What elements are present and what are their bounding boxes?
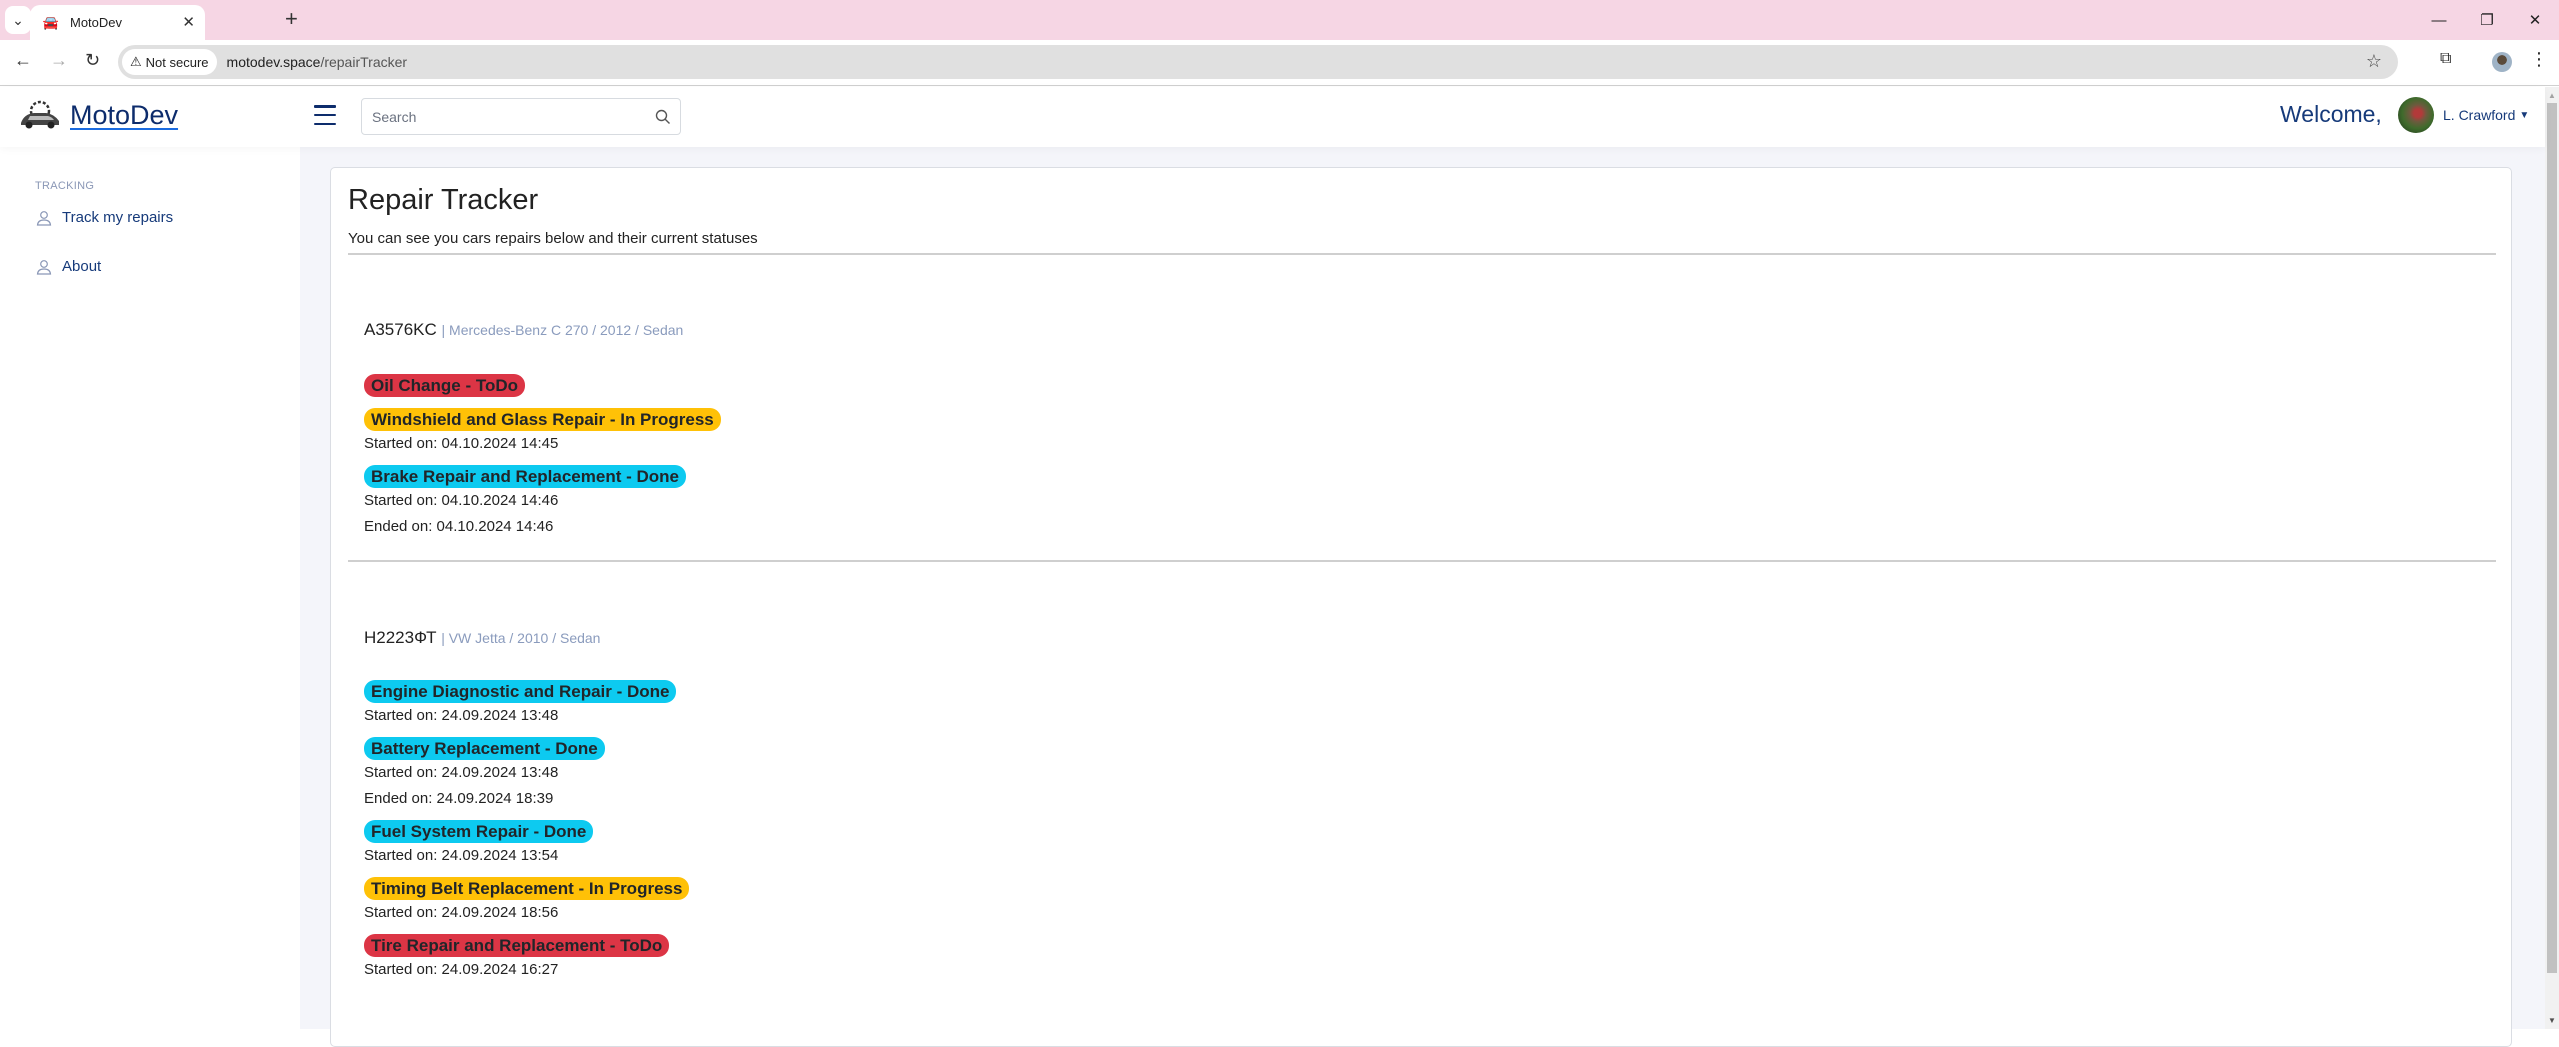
page-subtitle: You can see you cars repairs below and t… bbox=[348, 230, 758, 247]
warning-icon: ⚠ bbox=[130, 54, 142, 69]
user-name: L. Crawford bbox=[2443, 107, 2516, 123]
window-controls: — ❐ ✕ bbox=[2415, 0, 2559, 40]
started-on: Started on: 24.09.2024 18:56 bbox=[364, 904, 559, 921]
repair-item: Brake Repair and Replacement - Done Star… bbox=[364, 465, 721, 540]
new-tab-button[interactable]: + bbox=[285, 6, 298, 32]
sidebar-heading: TRACKING bbox=[35, 180, 95, 192]
extensions-icon[interactable]: ⧉ bbox=[2440, 50, 2451, 68]
welcome-text: Welcome, bbox=[2280, 101, 2382, 127]
car-heading: H2223ФТ | VW Jetta / 2010 / Sedan bbox=[364, 628, 689, 648]
repair-item: Oil Change - ToDo bbox=[364, 374, 721, 397]
sidebar-item-label: Track my repairs bbox=[62, 209, 174, 226]
car-plate: H2223ФТ bbox=[364, 628, 437, 647]
page-title: Repair Tracker bbox=[348, 184, 539, 216]
ended-on: Ended on: 04.10.2024 14:46 bbox=[364, 518, 554, 535]
divider bbox=[348, 253, 2496, 255]
person-icon bbox=[36, 210, 52, 226]
browser-tab[interactable]: 🚘 MotoDev ✕ bbox=[30, 5, 205, 40]
status-badge: Battery Replacement - Done bbox=[364, 737, 605, 760]
repair-item: Engine Diagnostic and Repair - Done Star… bbox=[364, 680, 689, 729]
car-details: | Mercedes-Benz C 270 / 2012 / Sedan bbox=[441, 322, 684, 338]
started-on: Started on: 24.09.2024 13:48 bbox=[364, 707, 559, 724]
search-box bbox=[361, 98, 681, 135]
bookmark-star-icon[interactable]: ☆ bbox=[2366, 51, 2382, 72]
search-input[interactable] bbox=[362, 99, 646, 134]
car-details: | VW Jetta / 2010 / Sedan bbox=[441, 630, 601, 646]
car-section: A3576KC | Mercedes-Benz C 270 / 2012 / S… bbox=[364, 320, 721, 540]
scroll-up-arrow-icon[interactable]: ▲ bbox=[2548, 91, 2556, 100]
repair-item: Fuel System Repair - Done Started on: 24… bbox=[364, 820, 689, 869]
status-badge: Fuel System Repair - Done bbox=[364, 820, 594, 843]
security-label: Not secure bbox=[145, 54, 209, 70]
browser-tab-bar: ⌄ 🚘 MotoDev ✕ + — ❐ ✕ bbox=[0, 0, 2559, 40]
browser-menu-icon[interactable]: ⋮ bbox=[2530, 49, 2548, 70]
repair-item: Tire Repair and Replacement - ToDo Start… bbox=[364, 934, 689, 983]
sidebar-item-label: About bbox=[62, 258, 102, 275]
tab-title: MotoDev bbox=[70, 15, 123, 30]
close-tab-icon[interactable]: ✕ bbox=[182, 13, 195, 31]
url-host: motodev.space bbox=[226, 54, 321, 70]
started-on: Started on: 24.09.2024 13:48 bbox=[364, 764, 559, 781]
reload-icon[interactable]: ↻ bbox=[85, 50, 100, 71]
status-badge: Oil Change - ToDo bbox=[364, 374, 526, 397]
security-chip[interactable]: ⚠ Not secure bbox=[122, 49, 217, 75]
repair-item: Battery Replacement - Done Started on: 2… bbox=[364, 737, 689, 812]
forward-icon[interactable]: → bbox=[50, 50, 68, 71]
page-scrollbar[interactable]: ▲ ▼ bbox=[2545, 87, 2559, 1029]
scroll-down-arrow-icon[interactable]: ▼ bbox=[2548, 1016, 2556, 1025]
close-window-icon[interactable]: ✕ bbox=[2511, 0, 2559, 40]
favicon-icon: 🚘 bbox=[42, 14, 60, 30]
status-badge: Timing Belt Replacement - In Progress bbox=[364, 877, 690, 900]
sidebar-item-track-my-repairs[interactable]: Track my repairs bbox=[35, 209, 173, 226]
tab-search-dropdown[interactable]: ⌄ bbox=[5, 6, 31, 34]
menu-toggle-icon[interactable] bbox=[314, 105, 336, 125]
caret-down-icon: ▼ bbox=[2519, 109, 2530, 121]
status-badge: Engine Diagnostic and Repair - Done bbox=[364, 680, 677, 703]
divider bbox=[348, 560, 2496, 562]
back-icon[interactable]: ← bbox=[14, 50, 32, 71]
url-text[interactable]: motodev.space/repairTracker bbox=[227, 54, 408, 70]
user-menu[interactable]: L. Crawford ▼ bbox=[2398, 97, 2529, 133]
app-header: MotoDev Welcome, L. Crawford ▼ bbox=[0, 87, 2545, 147]
sidebar-item-about[interactable]: About bbox=[35, 258, 101, 275]
started-on: Started on: 04.10.2024 14:46 bbox=[364, 492, 559, 509]
url-path: /repairTracker bbox=[320, 54, 408, 70]
car-logo-icon bbox=[21, 100, 59, 129]
repair-tracker-card: Repair Tracker You can see you cars repa… bbox=[330, 167, 2512, 1047]
repair-item: Windshield and Glass Repair - In Progres… bbox=[364, 408, 721, 457]
user-avatar bbox=[2398, 97, 2434, 133]
car-section: H2223ФТ | VW Jetta / 2010 / Sedan Engine… bbox=[364, 628, 690, 983]
brand-logo-link[interactable]: MotoDev bbox=[18, 99, 178, 131]
car-heading: A3576KC | Mercedes-Benz C 270 / 2012 / S… bbox=[364, 320, 721, 340]
started-on: Started on: 24.09.2024 16:27 bbox=[364, 961, 559, 978]
status-badge: Brake Repair and Replacement - Done bbox=[364, 465, 686, 488]
status-badge: Windshield and Glass Repair - In Progres… bbox=[364, 408, 721, 431]
started-on: Started on: 04.10.2024 14:45 bbox=[364, 435, 559, 452]
browser-toolbar: ← → ↻ ⚠ Not secure motodev.space/repairT… bbox=[0, 40, 2559, 86]
person-icon bbox=[36, 259, 52, 275]
search-icon[interactable] bbox=[646, 109, 680, 125]
repair-item: Timing Belt Replacement - In Progress St… bbox=[364, 877, 690, 926]
status-badge: Tire Repair and Replacement - ToDo bbox=[364, 934, 670, 957]
started-on: Started on: 24.09.2024 13:54 bbox=[364, 847, 559, 864]
browser-profile-avatar[interactable] bbox=[2492, 52, 2512, 72]
minimize-icon[interactable]: — bbox=[2415, 0, 2463, 40]
address-bar[interactable]: ⚠ Not secure motodev.space/repairTracker… bbox=[118, 45, 2398, 79]
restore-icon[interactable]: ❐ bbox=[2463, 0, 2511, 40]
scrollbar-thumb[interactable] bbox=[2547, 103, 2557, 973]
ended-on: Ended on: 24.09.2024 18:39 bbox=[364, 790, 554, 807]
brand-name: MotoDev bbox=[70, 99, 179, 130]
sidebar: TRACKING Track my repairs About bbox=[0, 147, 300, 1029]
car-plate: A3576KC bbox=[364, 320, 437, 339]
